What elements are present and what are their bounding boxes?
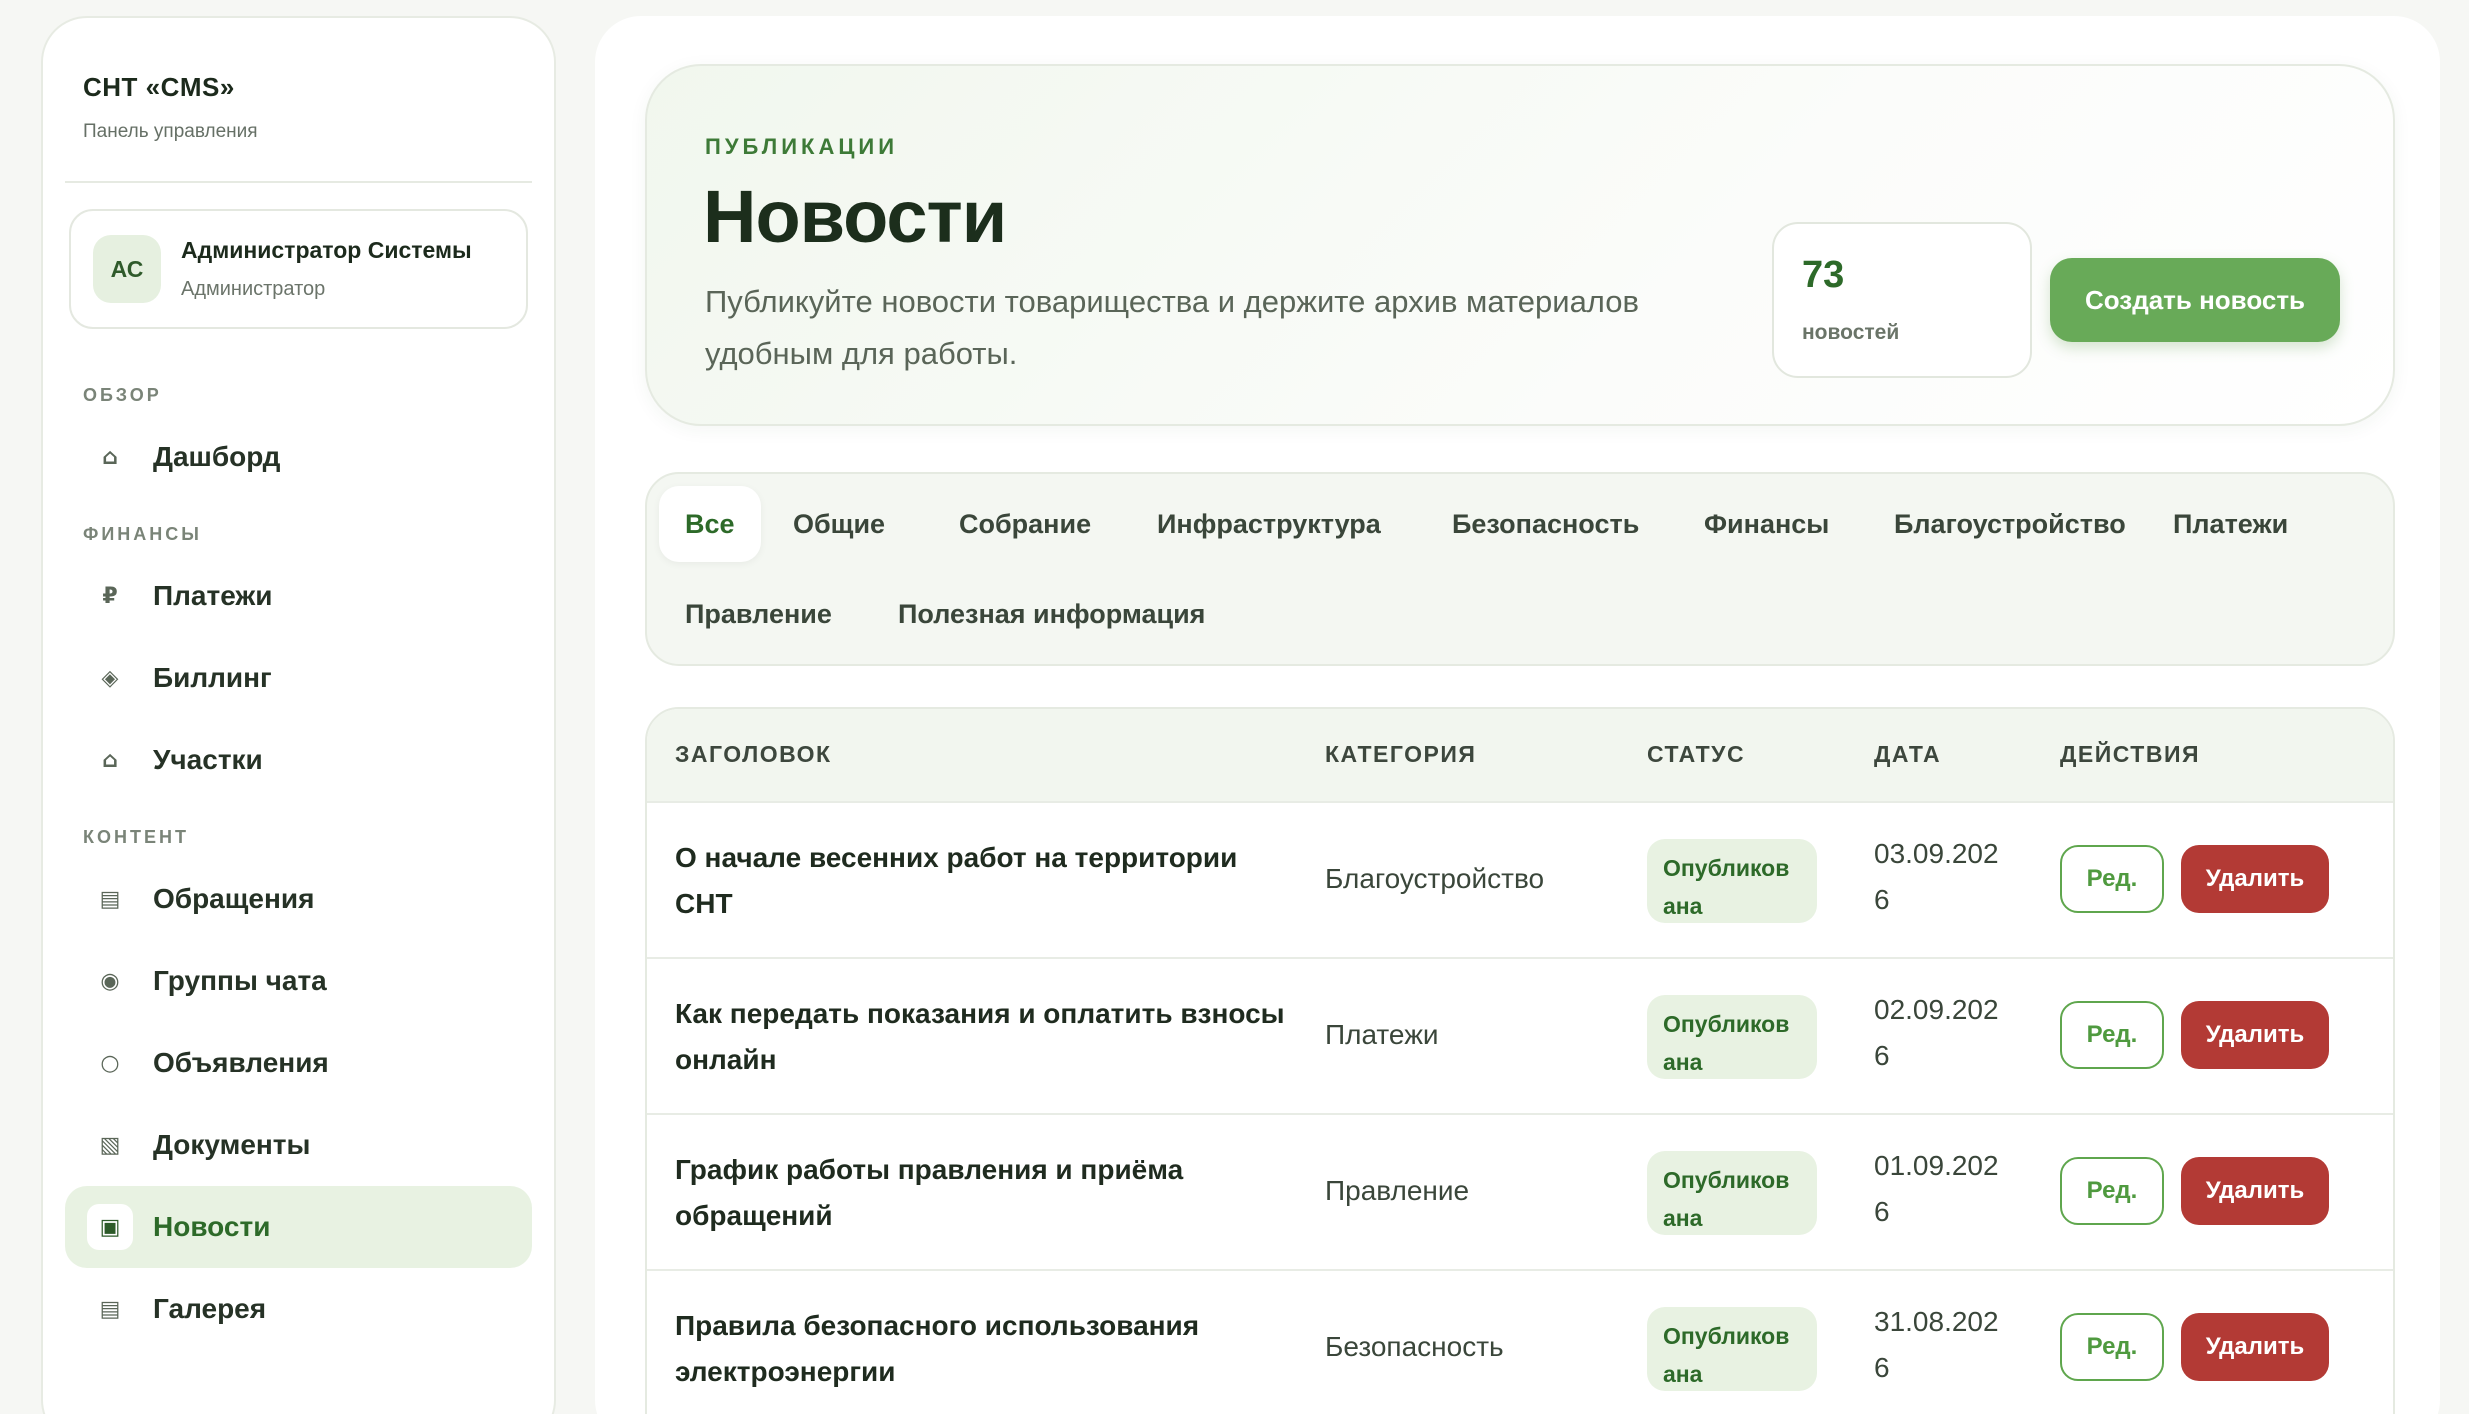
sidebar-item-plots[interactable]: ⌂ Участки bbox=[65, 719, 532, 801]
news-icon: ▣ bbox=[87, 1204, 133, 1250]
plots-icon: ⌂ bbox=[102, 747, 118, 773]
create-news-button[interactable]: Создать новость bbox=[2050, 258, 2340, 342]
sidebar-section-overview: ОБЗОР bbox=[83, 385, 162, 405]
delete-button[interactable]: Удалить bbox=[2181, 1001, 2329, 1069]
delete-button[interactable]: Удалить bbox=[2181, 845, 2329, 913]
brand-subtitle: Панель управления bbox=[83, 121, 258, 142]
tab-all[interactable]: Все bbox=[659, 486, 761, 562]
news-category: Платежи bbox=[1325, 1019, 1439, 1050]
sidebar-item-label: Биллинг bbox=[153, 662, 272, 693]
sidebar-item-billing[interactable]: ◈ Биллинг bbox=[65, 637, 532, 719]
news-title[interactable]: График работы правления и приёма обращен… bbox=[675, 1147, 1295, 1239]
tab-finance[interactable]: Финансы bbox=[1678, 486, 1855, 562]
hero-eyebrow: ПУБЛИКАЦИИ bbox=[705, 134, 899, 159]
news-category: Правление bbox=[1325, 1175, 1470, 1206]
sidebar-item-label: Дашборд bbox=[153, 441, 281, 472]
category-tabs: Все Общие Собрание Инфраструктура Безопа… bbox=[645, 472, 2395, 666]
news-count-label: новостей bbox=[1802, 321, 1900, 344]
user-card[interactable]: АС Администратор Системы Администратор bbox=[69, 209, 528, 329]
sidebar-item-chat-groups[interactable]: ◉ Группы чата bbox=[65, 940, 532, 1022]
news-title[interactable]: О начале весенних работ на территории СН… bbox=[675, 835, 1295, 927]
sidebar-item-dashboard[interactable]: ⌂ Дашборд bbox=[65, 416, 532, 498]
tab-payments[interactable]: Платежи bbox=[2147, 486, 2314, 562]
tab-landscaping[interactable]: Благоустройство bbox=[1868, 486, 2152, 562]
news-category: Благоустройство bbox=[1325, 863, 1545, 894]
sidebar-item-gallery[interactable]: ▤ Галерея bbox=[65, 1268, 532, 1350]
news-title[interactable]: Как передать показания и оплатить взносы… bbox=[675, 991, 1295, 1083]
documents-icon: ▧ bbox=[99, 1132, 121, 1158]
hero-card: ПУБЛИКАЦИИ Новости Публикуйте новости то… bbox=[645, 64, 2395, 426]
news-date: 03.09.2026 bbox=[1874, 838, 1999, 915]
edit-button[interactable]: Ред. bbox=[2060, 845, 2164, 913]
status-badge: Опубликована bbox=[1647, 995, 1817, 1079]
tab-board[interactable]: Правление bbox=[659, 576, 858, 652]
tab-useful-info[interactable]: Полезная информация bbox=[872, 576, 1231, 652]
brand: СНТ «CMS» Панель управления bbox=[65, 56, 532, 143]
sidebar-item-label: Документы bbox=[153, 1129, 311, 1160]
news-count-card: 73 новостей bbox=[1772, 222, 2032, 378]
news-date: 01.09.2026 bbox=[1874, 1150, 1999, 1227]
page-title: Новости bbox=[703, 175, 1007, 258]
delete-button[interactable]: Удалить bbox=[2181, 1157, 2329, 1225]
requests-icon: ▤ bbox=[99, 886, 121, 912]
status-badge: Опубликована bbox=[1647, 839, 1817, 923]
sidebar-section-finance: ФИНАНСЫ bbox=[83, 524, 202, 544]
news-date: 02.09.2026 bbox=[1874, 994, 1999, 1071]
main-panel: ПУБЛИКАЦИИ Новости Публикуйте новости то… bbox=[595, 16, 2440, 1414]
table-row: Правила безопасного использования электр… bbox=[647, 1269, 2393, 1414]
news-category: Безопасность bbox=[1325, 1331, 1504, 1362]
table-row: О начале весенних работ на территории СН… bbox=[647, 801, 2393, 957]
gallery-icon: ▤ bbox=[99, 1296, 121, 1322]
sidebar-item-news[interactable]: ▣ Новости bbox=[65, 1186, 532, 1268]
news-title[interactable]: Правила безопасного использования электр… bbox=[675, 1303, 1295, 1395]
sidebar-item-payments[interactable]: ₽ Платежи bbox=[65, 555, 532, 637]
chat-groups-icon: ◉ bbox=[100, 968, 120, 994]
sidebar-item-documents[interactable]: ▧ Документы bbox=[65, 1104, 532, 1186]
sidebar: СНТ «CMS» Панель управления АС Администр… bbox=[41, 16, 556, 1414]
column-header-date: ДАТА bbox=[1874, 741, 1942, 767]
tab-security[interactable]: Безопасность bbox=[1426, 486, 1665, 562]
sidebar-item-label: Платежи bbox=[153, 580, 273, 611]
news-table: ЗАГОЛОВОК КАТЕГОРИЯ СТАТУС ДАТА ДЕЙСТВИЯ… bbox=[645, 707, 2395, 1414]
ruble-icon: ₽ bbox=[102, 583, 118, 609]
tab-general[interactable]: Общие bbox=[767, 486, 911, 562]
sidebar-divider bbox=[65, 181, 532, 183]
sidebar-item-label: Объявления bbox=[153, 1047, 329, 1078]
edit-button[interactable]: Ред. bbox=[2060, 1001, 2164, 1069]
column-header-status: СТАТУС bbox=[1647, 741, 1746, 767]
delete-button[interactable]: Удалить bbox=[2181, 1313, 2329, 1381]
edit-button[interactable]: Ред. bbox=[2060, 1157, 2164, 1225]
status-badge: Опубликована bbox=[1647, 1307, 1817, 1391]
brand-title: СНТ «CMS» bbox=[83, 72, 235, 102]
page-description: Публикуйте новости товарищества и держит… bbox=[705, 284, 1639, 371]
table-row: Как передать показания и оплатить взносы… bbox=[647, 957, 2393, 1113]
table-header: ЗАГОЛОВОК КАТЕГОРИЯ СТАТУС ДАТА ДЕЙСТВИЯ bbox=[647, 709, 2393, 801]
column-header-actions: ДЕЙСТВИЯ bbox=[2060, 741, 2201, 767]
sidebar-item-label: Участки bbox=[153, 744, 263, 775]
home-icon: ⌂ bbox=[102, 444, 118, 470]
sidebar-item-label: Новости bbox=[153, 1211, 271, 1242]
status-badge: Опубликована bbox=[1647, 1151, 1817, 1235]
user-name: Администратор Системы bbox=[181, 237, 472, 263]
announcements-icon: ○ bbox=[100, 1050, 120, 1076]
sidebar-item-label: Группы чата bbox=[153, 965, 327, 996]
column-header-title: ЗАГОЛОВОК bbox=[675, 741, 832, 767]
sidebar-section-content: КОНТЕНТ bbox=[83, 827, 189, 847]
avatar: АС bbox=[93, 235, 161, 303]
news-date: 31.08.2026 bbox=[1874, 1306, 1999, 1383]
sidebar-item-label: Галерея bbox=[153, 1293, 267, 1324]
news-count-value: 73 bbox=[1802, 254, 1845, 296]
sidebar-item-requests[interactable]: ▤ Обращения bbox=[65, 858, 532, 940]
edit-button[interactable]: Ред. bbox=[2060, 1313, 2164, 1381]
user-role: Администратор bbox=[181, 278, 326, 300]
billing-icon: ◈ bbox=[101, 665, 119, 691]
sidebar-item-label: Обращения bbox=[153, 883, 315, 914]
column-header-category: КАТЕГОРИЯ bbox=[1325, 741, 1477, 767]
sidebar-item-announcements[interactable]: ○ Объявления bbox=[65, 1022, 532, 1104]
tab-infrastructure[interactable]: Инфраструктура bbox=[1131, 486, 1407, 562]
tab-meeting[interactable]: Собрание bbox=[933, 486, 1117, 562]
table-row: График работы правления и приёма обращен… bbox=[647, 1113, 2393, 1269]
